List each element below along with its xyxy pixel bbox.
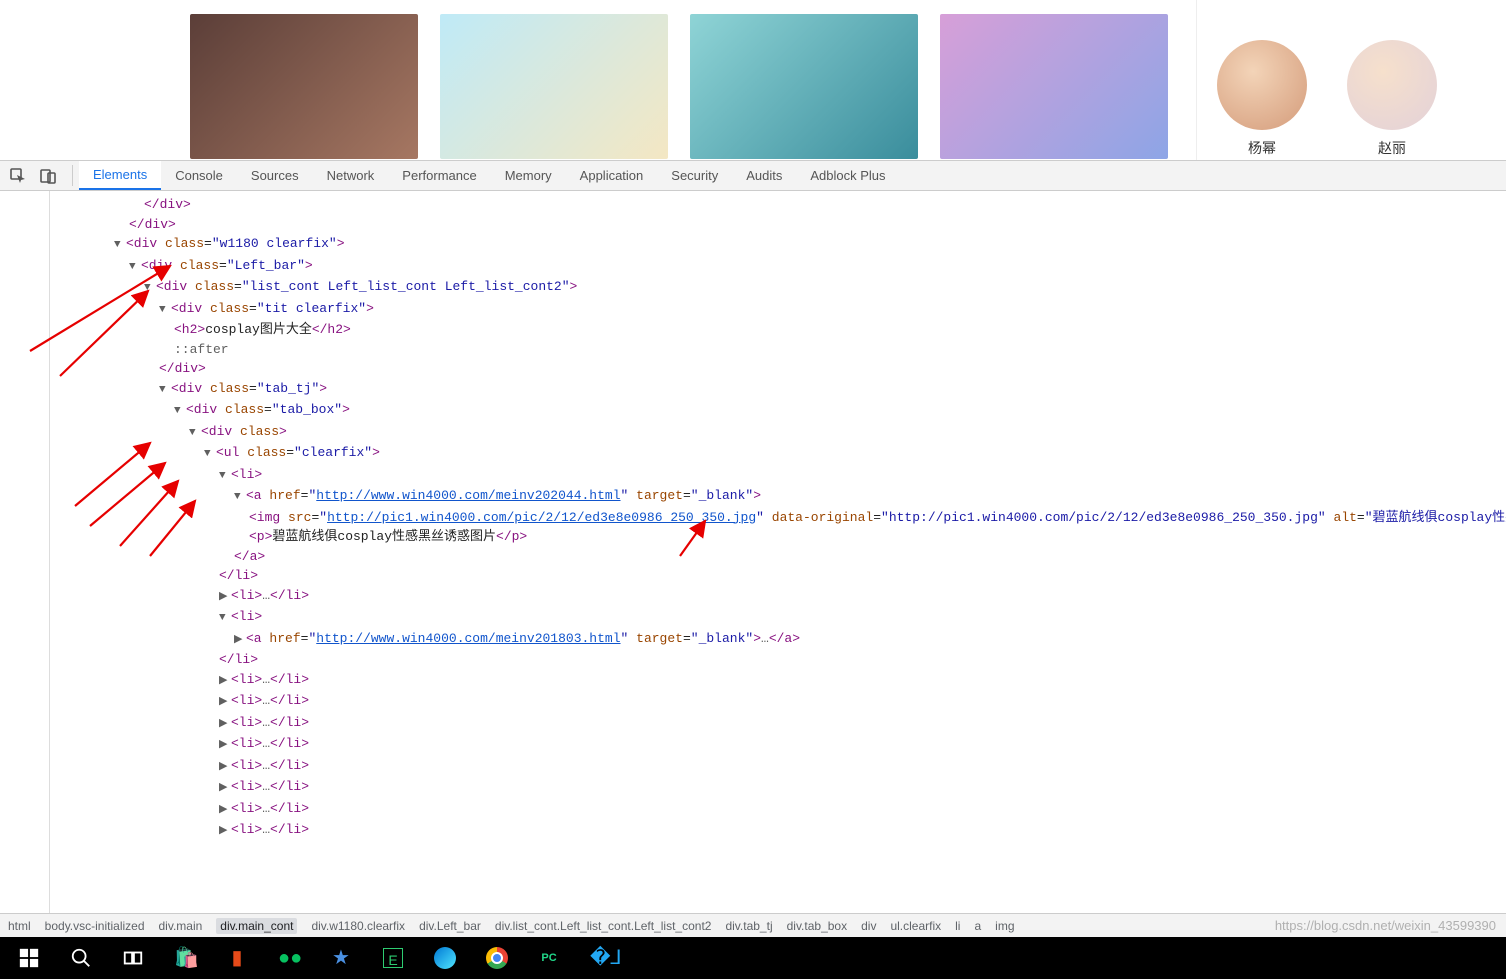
tab-audits[interactable]: Audits [732, 161, 796, 190]
tab-adblock[interactable]: Adblock Plus [796, 161, 899, 190]
devtools-toolbar: Elements Console Sources Network Perform… [0, 161, 1506, 191]
crumb[interactable]: div.tab_box [787, 919, 848, 933]
devtools-tabs: Elements Console Sources Network Perform… [79, 161, 900, 190]
avatar-item[interactable]: 杨幂 [1217, 40, 1307, 160]
crumb[interactable]: html [8, 919, 31, 933]
avatar-icon [1347, 40, 1437, 130]
inspect-element-icon[interactable] [10, 168, 26, 184]
thumbnail[interactable] [940, 14, 1168, 159]
devtools-panel: Elements Console Sources Network Perform… [0, 160, 1506, 913]
dom-tree-area: </div> </div> <div class="w1180 clearfix… [0, 191, 1506, 913]
avatar-label: 杨幂 [1248, 138, 1276, 158]
device-toolbar-icon[interactable] [40, 168, 56, 184]
task-view-icon[interactable] [108, 937, 158, 979]
chrome-icon[interactable] [472, 937, 522, 979]
edge-icon[interactable] [420, 937, 470, 979]
thumbnail[interactable] [690, 14, 918, 159]
breadcrumb: html body.vsc-initialized div.main div.m… [0, 913, 1506, 937]
crumb[interactable]: div.list_cont.Left_list_cont.Left_list_c… [495, 919, 712, 933]
editor-icon[interactable]: E [368, 937, 418, 979]
crumb[interactable]: div.main_cont [216, 918, 297, 934]
crumb[interactable]: a [974, 919, 981, 933]
tab-security[interactable]: Security [657, 161, 732, 190]
avatar-label: 赵丽 [1378, 138, 1406, 158]
tab-elements[interactable]: Elements [79, 161, 161, 190]
side-panel: 杨幂 赵丽 [1196, 0, 1506, 160]
search-icon[interactable] [56, 937, 106, 979]
avatar-item[interactable]: 赵丽 [1347, 40, 1437, 160]
crumb[interactable]: body.vsc-initialized [45, 919, 145, 933]
tab-application[interactable]: Application [566, 161, 658, 190]
crumb[interactable]: div.main [159, 919, 203, 933]
office-icon[interactable]: ▮ [212, 937, 262, 979]
tab-performance[interactable]: Performance [388, 161, 490, 190]
wechat-icon[interactable]: ●● [264, 937, 314, 979]
tab-network[interactable]: Network [313, 161, 389, 190]
tencent-icon[interactable]: ★ [316, 937, 366, 979]
avatar-icon [1217, 40, 1307, 130]
page-preview: 杨幂 赵丽 [0, 0, 1506, 160]
start-button[interactable] [4, 937, 54, 979]
tab-memory[interactable]: Memory [491, 161, 566, 190]
crumb[interactable]: div.w1180.clearfix [311, 919, 405, 933]
crumb[interactable]: li [955, 919, 960, 933]
crumb[interactable]: ul.clearfix [890, 919, 941, 933]
vscode-icon[interactable]: �⅃ [576, 937, 626, 979]
windows-taskbar: 🛍️ ▮ ●● ★ E PC �⅃ [0, 937, 1506, 979]
crumb[interactable]: img [995, 919, 1014, 933]
tab-console[interactable]: Console [161, 161, 237, 190]
store-icon[interactable]: 🛍️ [160, 937, 210, 979]
tab-sources[interactable]: Sources [237, 161, 313, 190]
crumb[interactable]: div.Left_bar [419, 919, 481, 933]
crumb[interactable]: div [861, 919, 876, 933]
thumbnail[interactable] [190, 14, 418, 159]
dom-tree[interactable]: </div> </div> <div class="w1180 clearfix… [50, 191, 1506, 913]
watermark-text: https://blog.csdn.net/weixin_43599390 [1275, 918, 1496, 933]
thumbnail[interactable] [440, 14, 668, 159]
crumb[interactable]: div.tab_tj [725, 919, 772, 933]
pycharm-icon[interactable]: PC [524, 937, 574, 979]
